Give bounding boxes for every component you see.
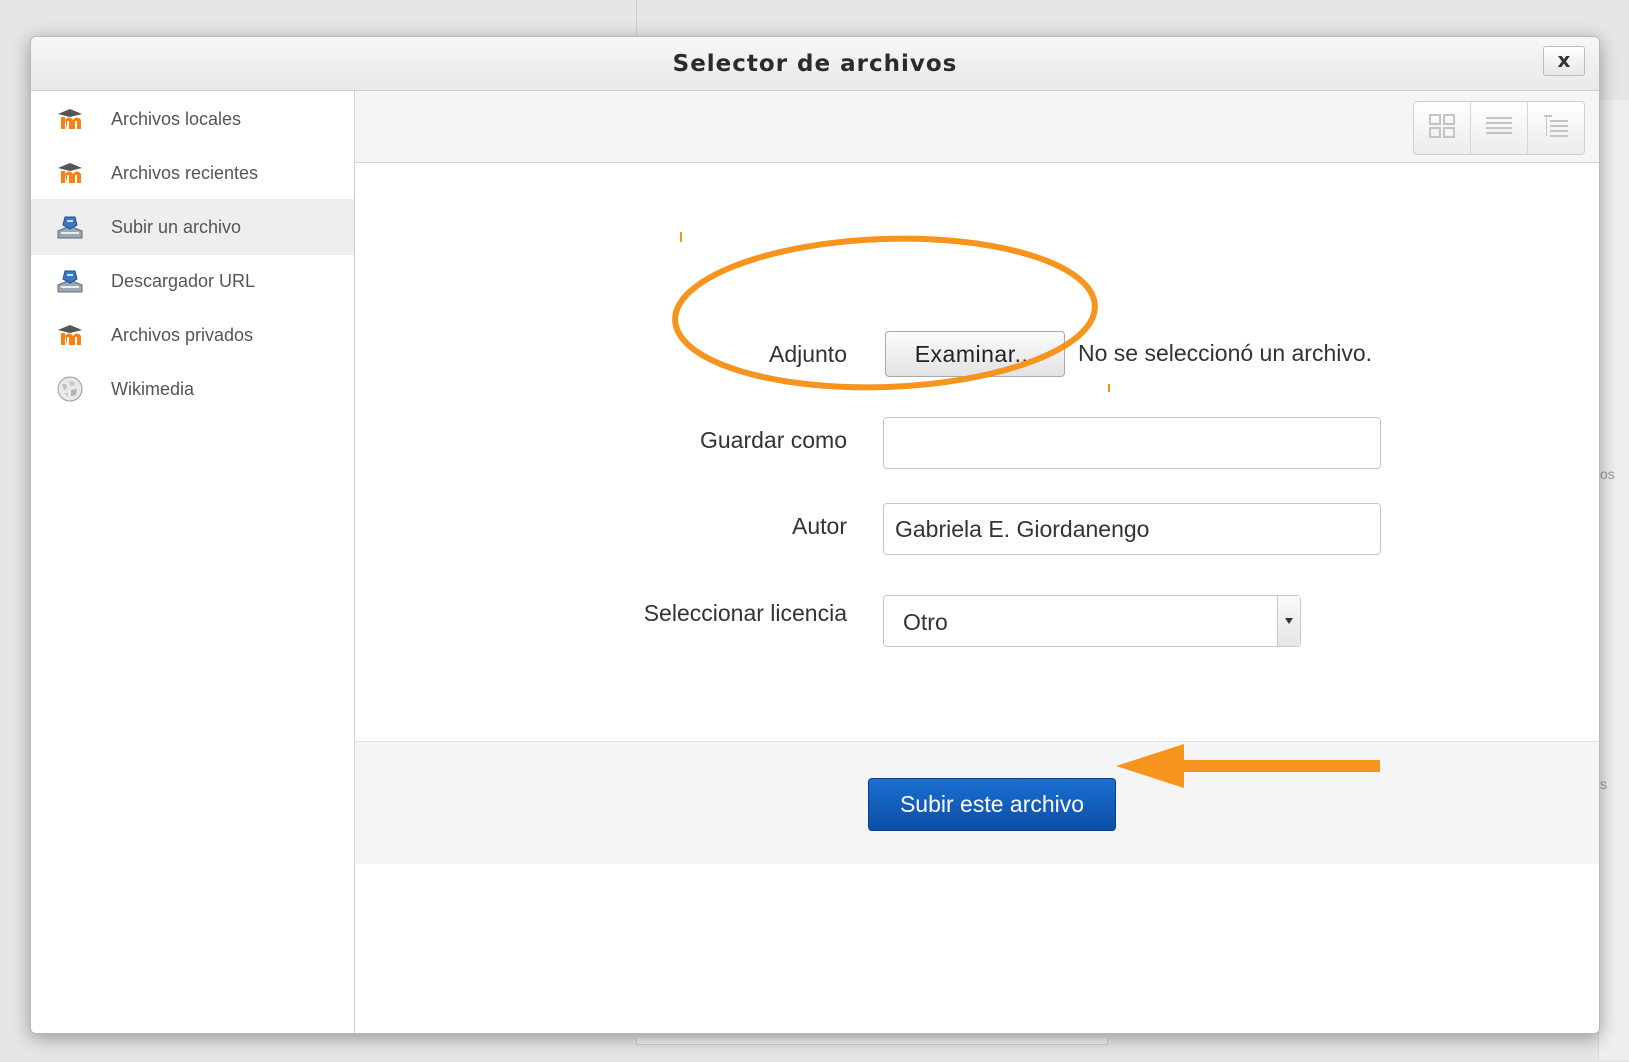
sidebar-item-label: Descargador URL (111, 270, 256, 291)
sidebar-item-archivos-locales[interactable]: Archivos locales (31, 91, 354, 147)
tree-icon (1542, 113, 1570, 144)
save-as-input[interactable] (883, 417, 1381, 469)
author-label: Autor (792, 513, 847, 539)
upload-icon (55, 266, 85, 296)
moodle-icon (55, 320, 85, 350)
license-select[interactable]: Otro (883, 595, 1301, 647)
moodle-icon (55, 104, 85, 134)
list-view-button[interactable] (1471, 102, 1528, 154)
background-text: s (1600, 776, 1607, 792)
close-button[interactable]: x (1543, 46, 1585, 76)
dialog-title: Selector de archivos (672, 51, 958, 77)
file-status-text: No se seleccionó un archivo. (1078, 340, 1373, 366)
sidebar-item-archivos-recientes[interactable]: Archivos recientes (31, 145, 354, 201)
tree-view-button[interactable] (1528, 102, 1584, 154)
author-input[interactable] (883, 503, 1381, 555)
sidebar-item-label: Archivos recientes (111, 162, 259, 183)
upload-file-button[interactable]: Subir este archivo (868, 778, 1116, 831)
sidebar-item-archivos-privados[interactable]: Archivos privados (31, 307, 354, 363)
sidebar-item-label: Archivos privados (111, 324, 254, 345)
sidebar-item-label: Wikimedia (111, 378, 195, 399)
view-toolbar (355, 91, 1599, 163)
background-strip (636, 1038, 1108, 1045)
background-panel (1598, 100, 1629, 1060)
sidebar-item-label: Subir un archivo (111, 216, 242, 237)
icons-view-button[interactable] (1414, 102, 1471, 154)
background-text: os (1600, 466, 1615, 482)
upload-icon (55, 212, 85, 242)
grid-icon (1428, 113, 1456, 144)
list-icon (1485, 114, 1513, 143)
background-divider (636, 0, 637, 36)
repository-sidebar: Archivos locales Archivos recientes Subi… (31, 91, 355, 1033)
close-icon: x (1557, 48, 1571, 72)
license-selected-value: Otro (903, 609, 948, 635)
save-as-label: Guardar como (699, 427, 847, 453)
moodle-icon (55, 158, 85, 188)
license-label: Seleccionar licencia (643, 600, 847, 626)
attachment-label: Adjunto (768, 341, 847, 367)
wikipedia-globe-icon (55, 374, 85, 404)
form-footer: Subir este archivo (355, 741, 1599, 864)
upload-panel: Adjunto Examinar... No se seleccionó un … (355, 91, 1599, 1033)
sidebar-item-label: Archivos locales (111, 108, 242, 129)
sidebar-item-subir-un-archivo[interactable]: Subir un archivo (31, 199, 354, 255)
sidebar-item-descargador-url[interactable]: Descargador URL (31, 253, 354, 309)
chevron-down-icon (1277, 596, 1300, 646)
sidebar-item-wikimedia[interactable]: Wikimedia (31, 361, 354, 417)
file-picker-dialog: Selector de archivos x Archivos locales (30, 36, 1600, 1034)
view-switcher (1413, 101, 1585, 155)
dialog-header: Selector de archivos x (31, 37, 1599, 91)
browse-button[interactable]: Examinar... (885, 331, 1065, 377)
